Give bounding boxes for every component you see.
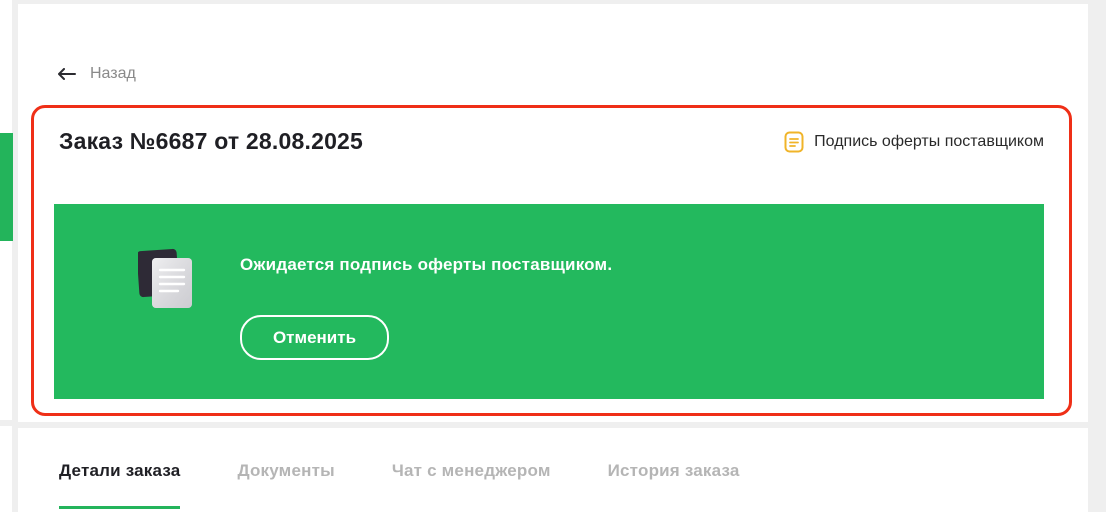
tab-label: История заказа bbox=[607, 461, 740, 480]
back-link-label: Назад bbox=[90, 65, 136, 82]
active-tab-indicator bbox=[59, 506, 181, 509]
order-status-label: Подпись оферты поставщиком bbox=[814, 133, 1044, 150]
tab-manager-chat[interactable]: Чат с менеджером bbox=[392, 461, 551, 509]
documents-icon bbox=[136, 248, 194, 315]
left-panel-separator bbox=[0, 420, 12, 426]
status-banner: Ожидается подпись оферты поставщиком. От… bbox=[54, 204, 1044, 399]
document-status-icon bbox=[784, 131, 804, 153]
tab-label: Детали заказа bbox=[59, 461, 181, 480]
arrow-left-icon bbox=[58, 68, 76, 80]
order-status: Подпись оферты поставщиком bbox=[784, 131, 1044, 153]
tab-order-details[interactable]: Детали заказа bbox=[59, 461, 181, 509]
cancel-button[interactable]: Отменить bbox=[240, 315, 389, 360]
left-panel-accent bbox=[0, 133, 13, 241]
tab-label: Документы bbox=[237, 461, 335, 480]
banner-message: Ожидается подпись оферты поставщиком. bbox=[240, 255, 613, 274]
back-link[interactable]: Назад bbox=[58, 63, 136, 85]
page-title: Заказ №6687 от 28.08.2025 bbox=[59, 128, 364, 154]
order-tabs: Детали заказа Документы Чат с менеджером… bbox=[59, 461, 797, 509]
tab-order-history[interactable]: История заказа bbox=[608, 461, 740, 509]
left-panel-edge bbox=[0, 0, 12, 512]
tab-label: Чат с менеджером bbox=[391, 461, 551, 480]
tab-documents[interactable]: Документы bbox=[237, 461, 334, 509]
